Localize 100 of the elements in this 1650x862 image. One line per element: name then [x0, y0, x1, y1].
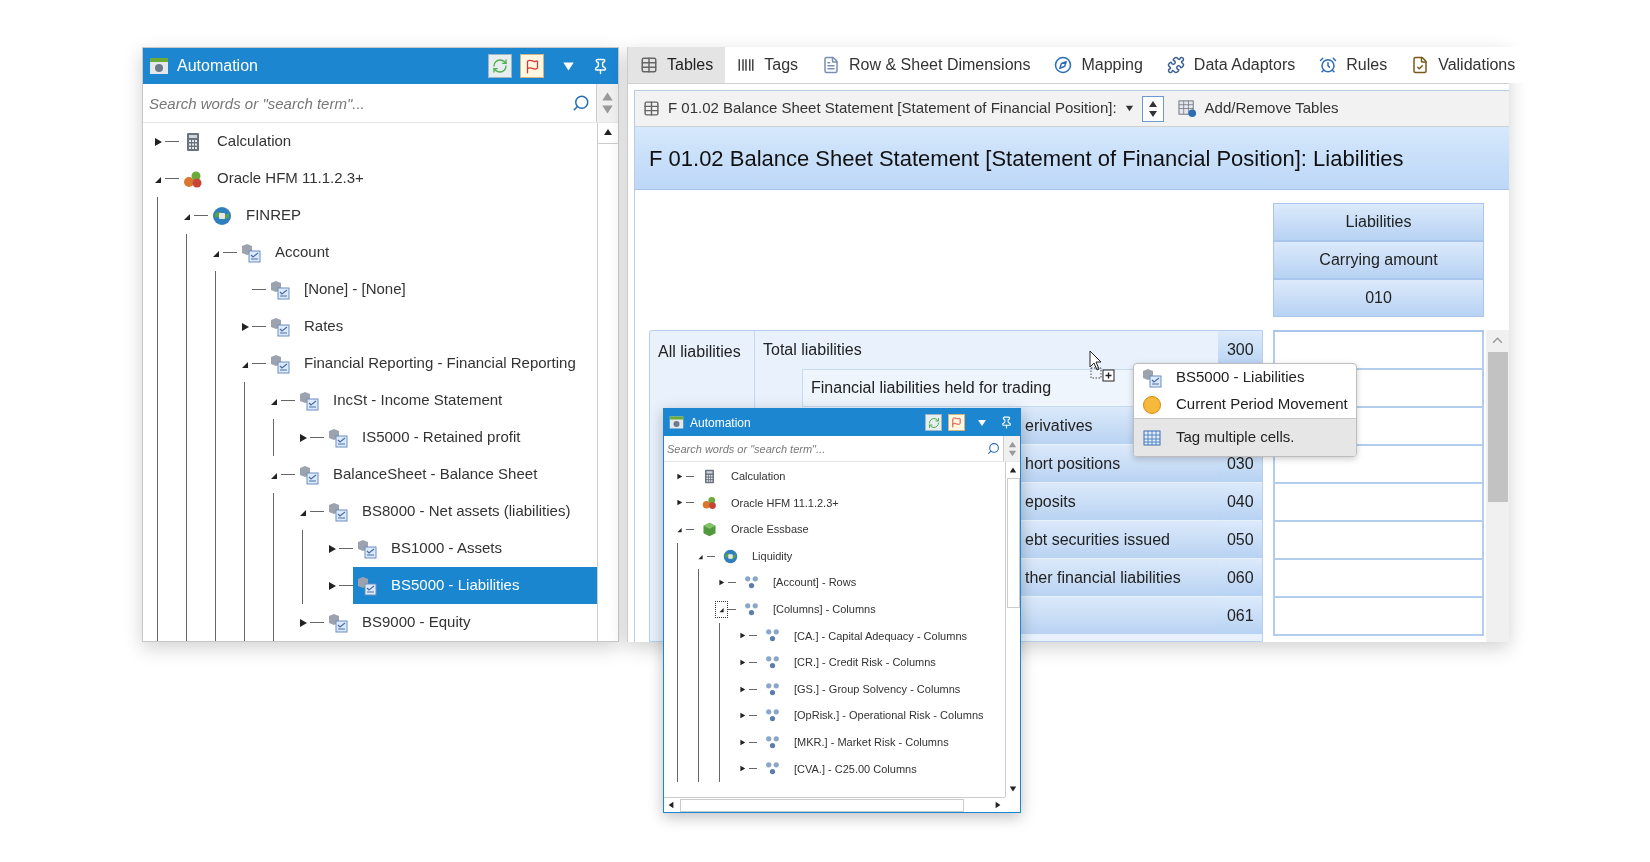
hierarchy-icon — [765, 761, 780, 777]
tree-item[interactable]: Account — [237, 234, 597, 271]
dimension-icon — [270, 279, 290, 300]
tree-item[interactable]: [CR.] - Credit Risk - Columns — [757, 649, 1005, 676]
cube-icon — [702, 522, 717, 537]
value-input-cell[interactable] — [1273, 484, 1485, 522]
tree-item[interactable]: [OpRisk.] - Operational Risk - Columns — [757, 702, 1005, 729]
caret-up-icon — [601, 90, 614, 103]
dimension-icon — [299, 390, 319, 411]
vertical-scrollbar[interactable] — [597, 123, 618, 641]
flag-button[interactable] — [520, 54, 544, 78]
tree-item[interactable]: BalanceSheet - Balance Sheet — [295, 456, 597, 493]
globe-icon — [723, 548, 738, 564]
menu-item[interactable]: Tag multiple cells. — [1134, 418, 1356, 456]
tree-item[interactable]: [CVA.] - C25.00 Columns — [757, 755, 1005, 783]
collapsed-triangle-icon — [240, 321, 250, 332]
dimension-icon — [328, 501, 348, 522]
collapsed-triangle-icon — [676, 472, 683, 480]
dimension-icon — [1142, 367, 1162, 388]
caret-left-icon — [667, 801, 675, 809]
tree-item[interactable]: Rates — [266, 308, 597, 345]
scrollbar-thumb[interactable] — [1006, 478, 1020, 608]
horizontal-scrollbar[interactable] — [664, 797, 1005, 812]
checked-document-icon — [1411, 56, 1430, 74]
compass-icon — [1054, 56, 1073, 74]
flag-icon — [524, 58, 540, 74]
scrollbar-thumb[interactable] — [680, 798, 964, 812]
table-selector[interactable]: F 01.02 Balance Sheet Statement [Statement of Financial Position]: — [668, 97, 1134, 120]
caret-up-icon — [1009, 466, 1017, 474]
column-header: Liabilities — [1273, 203, 1484, 241]
search-icon — [987, 442, 1000, 455]
row-label: Financial liabilities held for trading — [811, 378, 1052, 398]
barcode-icon — [737, 56, 756, 74]
tree-item[interactable]: [MKR.] - Market Risk - Columns — [757, 728, 1005, 756]
collapsed-triangle-icon — [298, 617, 308, 628]
document-icon — [822, 56, 841, 74]
row-label: eposits — [1025, 491, 1076, 512]
dimension-icon — [270, 316, 290, 337]
collapsed-triangle-icon — [739, 765, 746, 773]
globe-icon — [212, 205, 232, 226]
tree-item[interactable]: [CA.] - Capital Adequacy - Columns — [757, 622, 1005, 650]
tree-item[interactable]: BS5000 - Liabilities — [353, 567, 597, 604]
calculator-icon — [702, 468, 717, 484]
caret-down-icon — [601, 103, 614, 116]
refresh-icon — [927, 416, 940, 429]
tree-item[interactable]: FINREP — [208, 197, 597, 234]
flag-button[interactable] — [948, 414, 965, 431]
row-code-cell: 040 — [1218, 483, 1263, 521]
search-icon — [572, 94, 590, 112]
tree-item[interactable]: [None] - [None] — [266, 271, 597, 308]
tree-item[interactable]: IS5000 - Retained profit — [324, 419, 597, 456]
caret-down-icon — [1009, 785, 1017, 793]
table-icon — [640, 56, 658, 74]
automation-icon — [669, 415, 684, 430]
hierarchy-icon — [765, 628, 780, 644]
value-input-cell[interactable] — [1273, 522, 1485, 560]
tree-item[interactable]: BS9000 - Equity — [324, 604, 597, 641]
add-remove-tables-button[interactable]: Add/Remove Tables — [1177, 97, 1339, 120]
tree-item[interactable]: BS1000 - Assets — [353, 530, 597, 567]
dimension-icon — [241, 242, 261, 263]
hierarchy-icon — [744, 575, 759, 591]
value-input-cell[interactable] — [1273, 332, 1485, 370]
grid-icon — [1142, 427, 1162, 448]
table-title: F 01.02 Balance Sheet Statement [Statement of Financial Position]: Liabilities — [649, 144, 1404, 173]
expanded-triangle-icon — [676, 526, 683, 533]
dimension-icon — [299, 464, 319, 485]
collapsed-triangle-icon — [298, 432, 308, 443]
refresh-icon — [492, 58, 508, 74]
value-input-cell[interactable] — [1273, 560, 1485, 598]
cubes-icon — [702, 495, 717, 511]
scrollbar-thumb[interactable] — [1487, 352, 1508, 502]
row-label: Total liabilities — [763, 340, 862, 360]
caret-right-icon — [994, 801, 1002, 809]
hierarchy-icon — [765, 681, 780, 697]
table-spinner[interactable] — [1141, 95, 1164, 122]
collapsed-triangle-icon — [739, 632, 746, 640]
tree-item[interactable]: BS8000 - Net assets (liabilities) — [324, 493, 597, 530]
tree-item[interactable]: [GS.] - Group Solvency - Columns — [757, 675, 1005, 703]
row-label: hort positions — [1025, 453, 1121, 474]
caret-down-icon — [977, 417, 987, 428]
table-settings-icon — [1177, 99, 1197, 118]
tree-item[interactable]: Financial Reporting - Financial Reporting — [266, 345, 597, 382]
search-field[interactable]: Search words or "search term"... — [149, 84, 572, 122]
value-input-cell[interactable] — [1273, 598, 1485, 636]
tree-item[interactable]: Oracle HFM 11.1.2.3+ — [179, 160, 597, 197]
vertical-scrollbar[interactable] — [1005, 462, 1020, 797]
collapsed-triangle-icon — [739, 712, 746, 720]
hierarchy-icon — [744, 601, 759, 617]
collapsed-triangle-icon — [327, 543, 337, 554]
pin-icon — [999, 416, 1013, 429]
tree-item[interactable]: IncSt - Income Statement — [295, 382, 597, 419]
menu-item[interactable]: Current Period Movement — [1134, 391, 1356, 418]
vertical-scrollbar[interactable] — [1486, 330, 1509, 642]
tab[interactable]: Tables — [628, 47, 726, 83]
tree-item[interactable]: Calculation — [179, 123, 597, 160]
collapsed-triangle-icon — [739, 738, 746, 746]
row-label: ebt securities issued — [1025, 529, 1170, 550]
automation-icon — [149, 56, 169, 76]
collapse-toggle[interactable] — [715, 600, 728, 618]
expanded-triangle-icon — [697, 552, 704, 560]
